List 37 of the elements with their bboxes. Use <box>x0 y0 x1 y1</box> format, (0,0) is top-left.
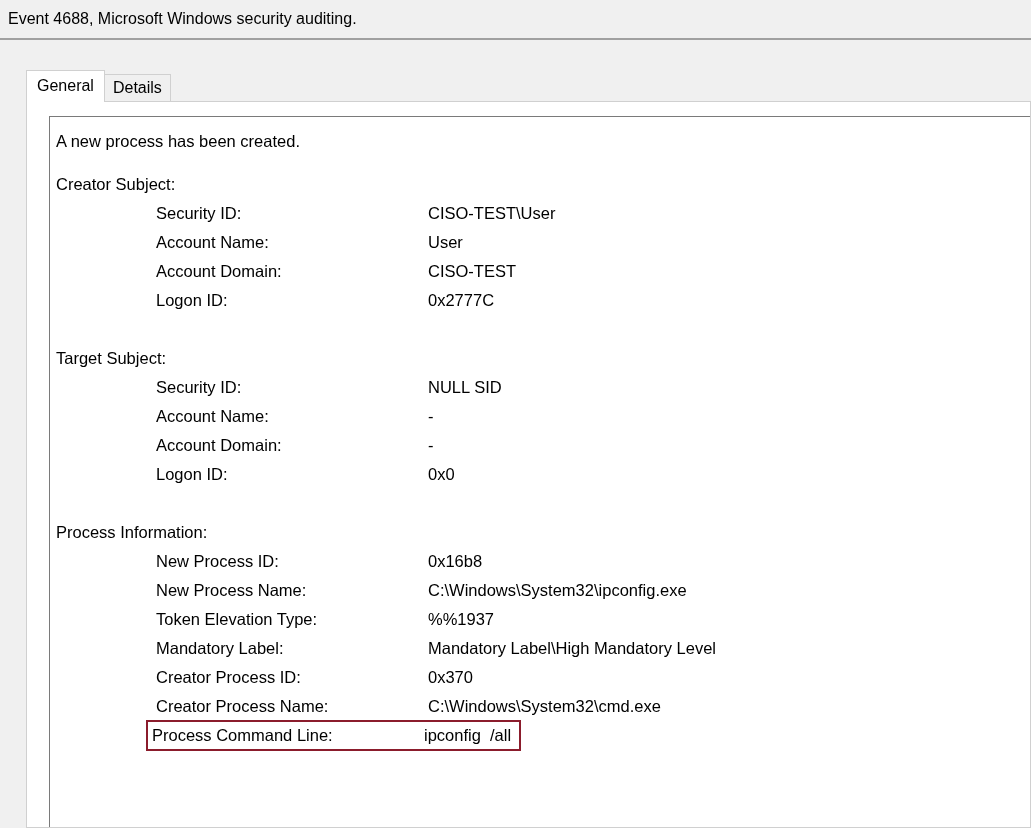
field-label: Account Domain: <box>156 436 283 455</box>
field-value: 0x16b8 <box>428 552 483 571</box>
field-value: C:\Windows\System32\ipconfig.exe <box>428 581 687 600</box>
section-heading: Creator Subject: <box>56 175 176 194</box>
field-label: New Process ID: <box>156 552 280 571</box>
field-value: CISO-TEST <box>428 262 516 281</box>
section-heading: Process Information: <box>56 523 208 542</box>
field-value: 0x370 <box>428 668 473 687</box>
field-value: - <box>428 436 434 455</box>
field-value: NULL SID <box>428 378 502 397</box>
field-value: CISO-TEST\User <box>428 204 556 223</box>
field-value: User <box>428 233 463 252</box>
field-value: ipconfig /all <box>424 726 512 745</box>
field-label: Account Domain: <box>156 262 283 281</box>
field-value: Mandatory Label\High Mandatory Level <box>428 639 716 658</box>
message-text: A new process has been created. <box>56 132 300 151</box>
field-label: New Process Name: <box>156 581 308 600</box>
field-label: Account Name: <box>156 407 270 426</box>
field-label: Logon ID: <box>156 291 229 310</box>
field-label: Creator Process ID: <box>156 668 302 687</box>
tab[interactable]: General <box>26 70 105 102</box>
field-label: Process Command Line: <box>152 726 334 745</box>
field-value: - <box>428 407 434 426</box>
field-label: Security ID: <box>156 204 243 223</box>
section-heading: Target Subject: <box>56 349 167 368</box>
field-value: 0x0 <box>428 465 455 484</box>
field-label: Logon ID: <box>156 465 229 484</box>
field-value: %%1937 <box>428 610 495 629</box>
window-title: Event 4688, Microsoft Windows security auditing. <box>8 10 357 28</box>
field-label: Creator Process Name: <box>156 697 330 716</box>
field-label: Token Elevation Type: <box>156 610 319 629</box>
field-label: Security ID: <box>156 378 243 397</box>
field-value: 0x2777C <box>428 291 495 310</box>
field-label: Mandatory Label: <box>156 639 285 658</box>
field-value: C:\Windows\System32\cmd.exe <box>428 697 661 716</box>
field-label: Account Name: <box>156 233 270 252</box>
tab[interactable]: Details <box>103 74 171 102</box>
